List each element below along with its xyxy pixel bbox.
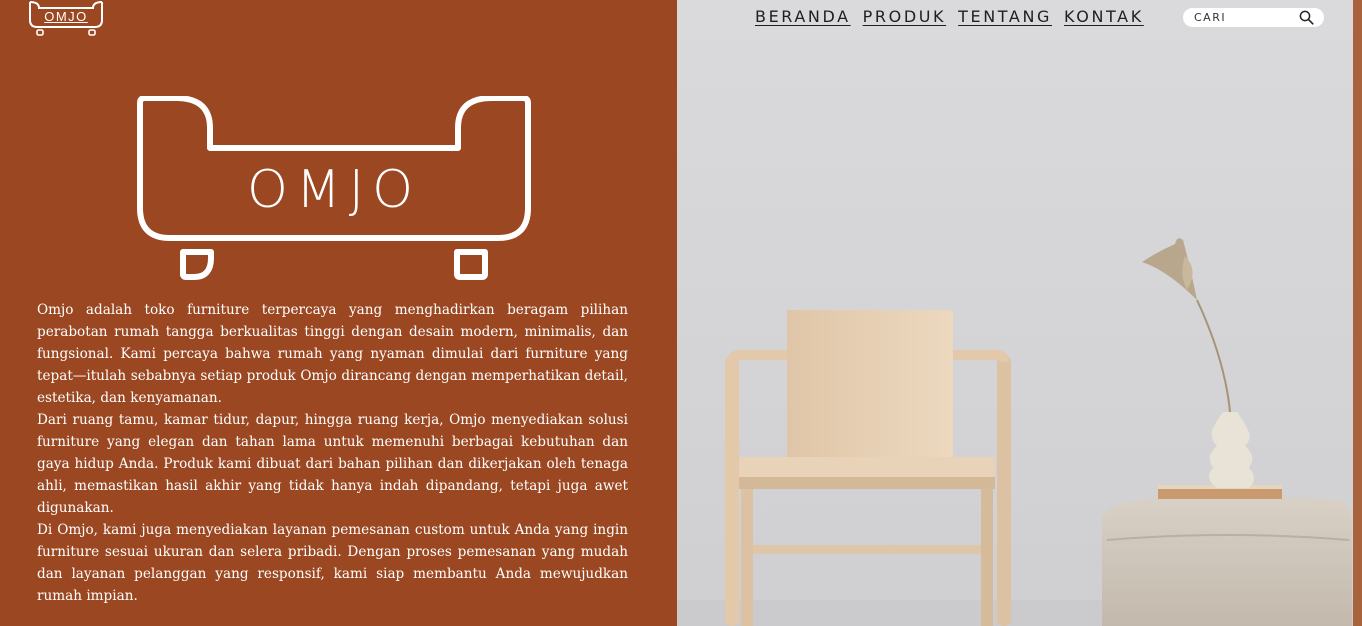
- hero-left-panel: OMJO OMJO Omjo adalah toko furniture ter…: [0, 0, 677, 626]
- nav-kontak[interactable]: KONTAK: [1064, 7, 1144, 26]
- nav-tentang[interactable]: TENTANG: [958, 7, 1052, 26]
- about-paragraph: Omjo adalah toko furniture terpercaya ya…: [37, 302, 628, 406]
- nav-produk[interactable]: PRODUK: [863, 7, 946, 26]
- about-paragraph: Dari ruang tamu, kamar tidur, dapur, hin…: [37, 412, 628, 516]
- header-logo[interactable]: OMJO: [27, 0, 105, 38]
- chair-vase-photo: [677, 238, 1362, 626]
- main-nav: BERANDA PRODUK TENTANG KONTAK: [755, 7, 1144, 26]
- about-text: Omjo adalah toko furniture terpercaya ya…: [37, 299, 628, 607]
- search-input[interactable]: [1194, 11, 1294, 24]
- hero-logo-text: OMJO: [246, 160, 422, 220]
- hero-right-panel: [677, 0, 1362, 626]
- search-bar: [1183, 8, 1324, 27]
- search-icon[interactable]: [1299, 10, 1314, 25]
- hero-logo: OMJO: [136, 96, 532, 281]
- nav-beranda[interactable]: BERANDA: [755, 7, 851, 26]
- about-paragraph: Di Omjo, kami juga menyediakan layanan p…: [37, 522, 628, 604]
- right-edge-strip: [1353, 0, 1362, 626]
- header-logo-text: OMJO: [44, 9, 88, 24]
